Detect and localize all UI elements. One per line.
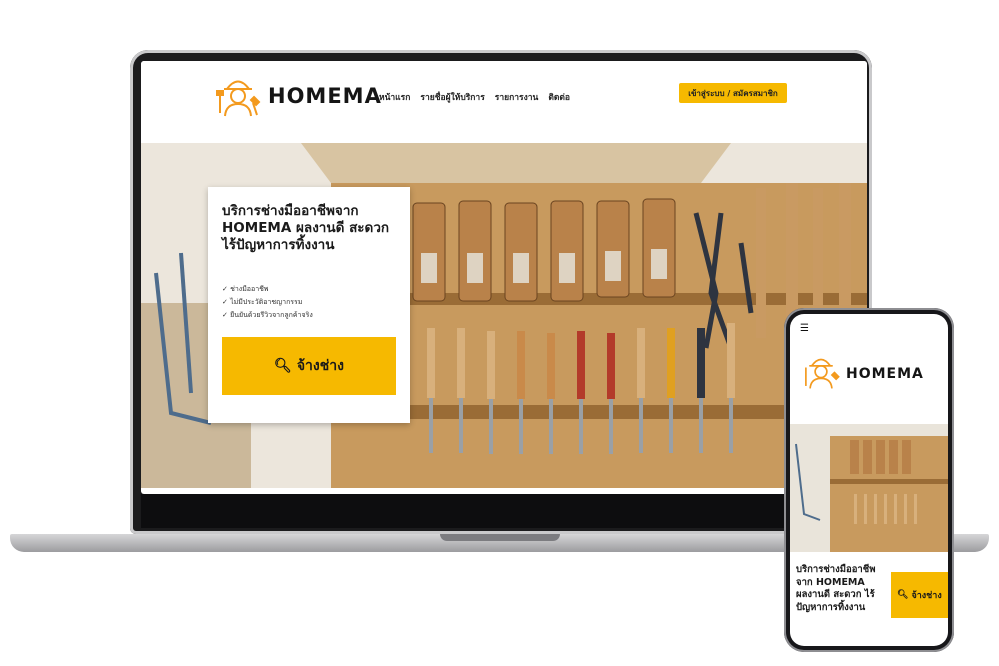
- nav-item-home[interactable]: หน้าแรก: [379, 90, 410, 104]
- mobile-hire-button[interactable]: 🔍︎ จ้างช่าง: [891, 572, 948, 618]
- feature-item: ช่างมืออาชีพ: [222, 283, 313, 296]
- site-header: HOMEMA หน้าแรก รายชื่อผู้ให้บริการ รายกา…: [141, 61, 867, 143]
- hero-card: บริการช่างมืออาชีพจาก HOMEMA ผลงานดี สะด…: [208, 187, 410, 423]
- laptop-screen: HOMEMA หน้าแรก รายชื่อผู้ให้บริการ รายกา…: [141, 61, 867, 494]
- mobile-hero-tools-image: [790, 424, 948, 552]
- laptop-bottom-bezel: [141, 494, 867, 528]
- feature-item: ไม่มีประวัติอาชญากรรม: [222, 296, 313, 309]
- search-icon: 🔍︎: [274, 358, 292, 374]
- mobile-hire-button-label: จ้างช่าง: [911, 591, 942, 601]
- login-register-button[interactable]: เข้าสู่ระบบ / สมัครสมาชิก: [679, 83, 787, 103]
- hero-section: บริการช่างมืออาชีพจาก HOMEMA ผลงานดี สะด…: [141, 143, 867, 488]
- mobile-hero-image: [790, 424, 948, 552]
- mobile-hero-title: บริการช่างมืออาชีพจาก HOMEMA ผลงานดี สะด…: [796, 564, 876, 613]
- laptop-notch: [440, 534, 560, 541]
- nav-item-providers[interactable]: รายชื่อผู้ให้บริการ: [420, 90, 484, 104]
- hamburger-menu-icon[interactable]: ☰: [800, 323, 809, 334]
- feature-list: ช่างมืออาชีพ ไม่มีประวัติอาชญากรรม ยืนยั…: [222, 283, 313, 322]
- hire-button-label: จ้างช่าง: [296, 358, 344, 374]
- nav-item-contact[interactable]: ติดต่อ: [548, 90, 570, 104]
- hero-title: บริการช่างมืออาชีพจาก HOMEMA ผลงานดี สะด…: [222, 203, 390, 253]
- search-icon: 🔍︎: [897, 590, 909, 600]
- feature-item: ยืนยันด้วยรีวิวจากลูกค้าจริง: [222, 309, 313, 322]
- handyman-logo-icon[interactable]: [800, 349, 842, 391]
- brand-name[interactable]: HOMEMA: [268, 84, 382, 108]
- main-nav: หน้าแรก รายชื่อผู้ให้บริการ รายการงาน ติ…: [379, 90, 570, 104]
- hire-button[interactable]: 🔍︎ จ้างช่าง: [222, 337, 396, 395]
- handyman-logo-icon[interactable]: [213, 69, 263, 119]
- brand-name[interactable]: HOMEMA: [846, 366, 924, 382]
- nav-item-jobs[interactable]: รายการงาน: [495, 90, 539, 104]
